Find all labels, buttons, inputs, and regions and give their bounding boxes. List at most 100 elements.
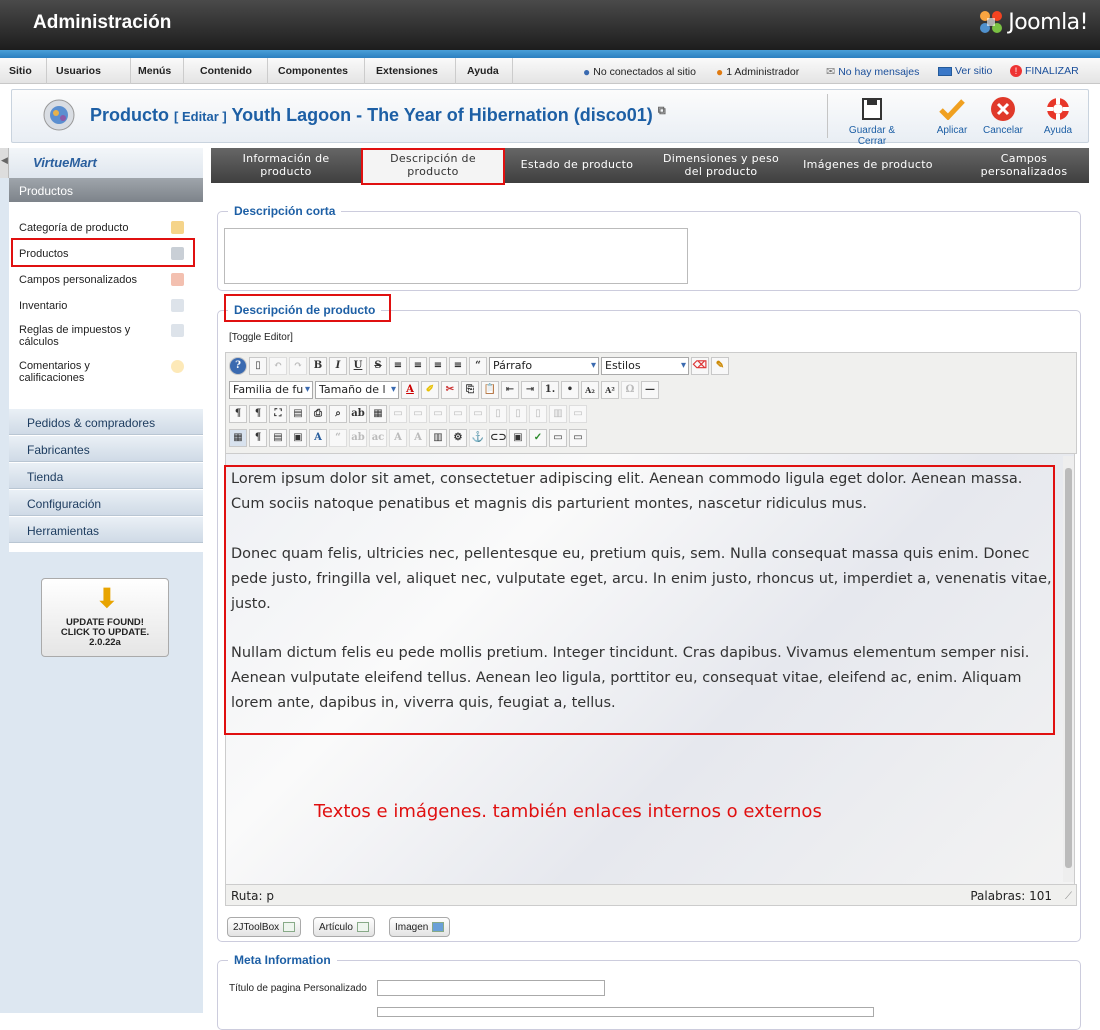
visual-aid-icon[interactable]: ▦ (229, 429, 247, 447)
table-icon[interactable]: ▦ (369, 405, 387, 423)
cut-icon[interactable]: ✂ (441, 381, 459, 399)
delete-row-icon[interactable]: ▭ (469, 405, 487, 423)
help-button[interactable]: Ayuda (1038, 96, 1078, 136)
outdent-icon[interactable]: ⇤ (501, 381, 519, 399)
layer-icon[interactable]: ▣ (289, 429, 307, 447)
superscript-icon[interactable]: A² (601, 381, 619, 399)
replace-icon[interactable]: ab (349, 405, 367, 423)
insert-col-after-icon[interactable]: ▯ (509, 405, 527, 423)
indent-icon[interactable]: ⇥ (521, 381, 539, 399)
menu-menus[interactable]: Menús (138, 65, 171, 77)
update-notice-button[interactable]: ⬇ UPDATE FOUND! CLICK TO UPDATE. 2.0.22a (41, 578, 169, 657)
del-icon[interactable]: A (389, 429, 407, 447)
acronym-icon[interactable]: ac (369, 429, 387, 447)
cite-icon[interactable]: “ (329, 429, 347, 447)
sidebar-item-taxes[interactable]: Reglas de impuestos y cálculos (19, 324, 159, 348)
sidebar-section-tools[interactable]: Herramientas (9, 516, 203, 543)
readmore-icon[interactable]: ▭ (569, 429, 587, 447)
spellcheck-icon[interactable]: ✓ (529, 429, 547, 447)
delete-col-icon[interactable]: ▯ (529, 405, 547, 423)
menu-extensiones[interactable]: Extensiones (376, 65, 438, 77)
font-family-select[interactable]: Familia de fu (229, 381, 313, 399)
styles-select[interactable]: Estilos (601, 357, 689, 375)
sidebar-section-manufacturers[interactable]: Fabricantes (9, 435, 203, 462)
products-section-header[interactable]: Productos (9, 178, 203, 202)
editor-scrollbar[interactable] (1063, 456, 1074, 882)
ordered-list-icon[interactable]: 1. (541, 381, 559, 399)
sidebar-section-shop[interactable]: Tienda (9, 462, 203, 489)
meta-second-input[interactable] (377, 1007, 874, 1017)
short-description-input[interactable] (224, 228, 688, 284)
rtl-icon[interactable]: ¶ (249, 405, 267, 423)
align-center-icon[interactable]: ≡ (409, 357, 427, 375)
sidebar-item-reviews[interactable]: Comentarios y calificaciones (19, 360, 129, 384)
toggle-editor-link[interactable]: [Toggle Editor] (229, 332, 293, 343)
template-icon[interactable]: ▤ (269, 429, 287, 447)
merge-cells-icon[interactable]: ▭ (569, 405, 587, 423)
row-props-icon[interactable]: ▭ (389, 405, 407, 423)
insert-col-before-icon[interactable]: ▯ (489, 405, 507, 423)
insert-row-after-icon[interactable]: ▭ (449, 405, 467, 423)
subscript-icon[interactable]: A₂ (581, 381, 599, 399)
justify-icon[interactable]: ≡ (449, 357, 467, 375)
menu-sitio[interactable]: Sitio (9, 65, 32, 77)
ins-icon[interactable]: A (409, 429, 427, 447)
tab-product-images[interactable]: Imágenes de producto (793, 148, 943, 183)
preview-icon[interactable]: ▤ (289, 405, 307, 423)
horizontal-rule-icon[interactable]: — (641, 381, 659, 399)
attributes-icon[interactable]: ▥ (429, 429, 447, 447)
menu-ayuda[interactable]: Ayuda (467, 65, 499, 77)
insert-row-before-icon[interactable]: ▭ (429, 405, 447, 423)
format-select[interactable]: Párrafo (489, 357, 599, 375)
sidebar-item-category[interactable]: Categoría de producto (19, 222, 128, 234)
style-props-icon[interactable]: A (309, 429, 327, 447)
tab-product-info[interactable]: Información de producto (211, 148, 361, 183)
image-icon[interactable]: ▣ (509, 429, 527, 447)
eraser-icon[interactable]: ⌫ (691, 357, 709, 375)
sidebar-item-inventory[interactable]: Inventario (19, 300, 67, 312)
link-icon[interactable]: ⊂⊃ (489, 429, 507, 447)
sidebar-item-custom-fields[interactable]: Campos personalizados (19, 274, 137, 286)
help-icon[interactable]: ? (229, 357, 247, 375)
split-cells-icon[interactable]: ▥ (549, 405, 567, 423)
apply-button[interactable]: Aplicar (932, 96, 972, 136)
undo-icon[interactable]: ↶ (269, 357, 287, 375)
align-left-icon[interactable]: ≡ (389, 357, 407, 375)
tab-product-status[interactable]: Estado de producto (507, 148, 647, 183)
sidebar-section-orders[interactable]: Pedidos & compradores (9, 408, 203, 435)
abbr-icon[interactable]: ab (349, 429, 367, 447)
pagebreak-icon[interactable]: ▭ (549, 429, 567, 447)
sidebar-section-configuration[interactable]: Configuración (9, 489, 203, 516)
fullscreen-icon[interactable]: ⛶ (269, 405, 287, 423)
cell-props-icon[interactable]: ▭ (409, 405, 427, 423)
strikethrough-icon[interactable]: S (369, 357, 387, 375)
nonbreaking-icon[interactable]: ⚙ (449, 429, 467, 447)
2jtoolbox-button[interactable]: 2JToolBox (227, 917, 302, 937)
menu-contenido[interactable]: Contenido (200, 65, 252, 77)
messages-link[interactable]: ✉ No hay mensajes (826, 65, 919, 79)
external-link-icon[interactable]: ⧉ (658, 105, 666, 117)
collapse-handle[interactable]: ◀ (0, 148, 9, 178)
unordered-list-icon[interactable]: • (561, 381, 579, 399)
article-button[interactable]: Artículo (313, 917, 375, 937)
tab-dimensions-weight[interactable]: Dimensiones y peso del producto (651, 148, 791, 183)
character-map-icon[interactable]: Ω (621, 381, 639, 399)
anchor-icon[interactable]: ⚓ (469, 429, 487, 447)
resize-handle-icon[interactable]: ⟋ (1065, 891, 1072, 902)
menu-usuarios[interactable]: Usuarios (56, 65, 101, 77)
underline-icon[interactable]: U (349, 357, 367, 375)
blockquote-icon[interactable]: “ (469, 357, 487, 375)
custom-title-input[interactable] (377, 980, 605, 996)
show-blocks-icon[interactable]: ¶ (249, 429, 267, 447)
italic-icon[interactable]: I (329, 357, 347, 375)
new-document-icon[interactable]: ▯ (249, 357, 267, 375)
cleanup-icon[interactable]: ✎ (711, 357, 729, 375)
paste-icon[interactable]: 📋 (481, 381, 499, 399)
copy-icon[interactable]: ⎘ (461, 381, 479, 399)
print-icon[interactable]: ⎙ (309, 405, 327, 423)
image-button[interactable]: Imagen (389, 917, 451, 937)
redo-icon[interactable]: ↷ (289, 357, 307, 375)
save-close-button[interactable]: Guardar & Cerrar (836, 96, 908, 147)
cancel-button[interactable]: Cancelar (980, 96, 1026, 136)
search-icon[interactable]: ⌕ (329, 405, 347, 423)
